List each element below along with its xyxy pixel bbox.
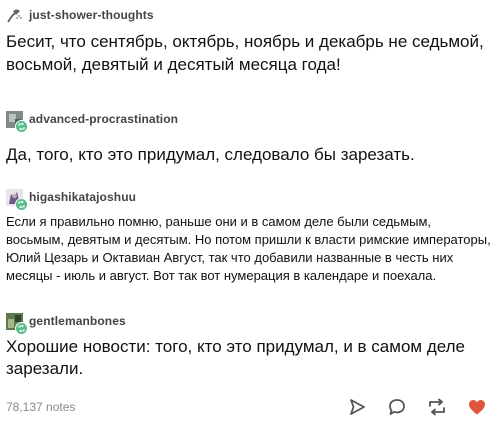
- username[interactable]: advanced-procrastination: [29, 112, 178, 126]
- post-actions: [346, 396, 488, 418]
- post-original: just-shower-thoughts Бесит, что сентябрь…: [6, 4, 492, 76]
- post-text: Хорошие новости: того, кто это придумал,…: [6, 337, 465, 378]
- username[interactable]: just-shower-thoughts: [29, 8, 154, 22]
- heart-icon: [469, 400, 485, 415]
- reblog-button[interactable]: [426, 396, 448, 418]
- avatar-just-shower-thoughts[interactable]: [6, 7, 23, 24]
- post-text: Да, того, кто это придумал, следовало бы…: [6, 145, 415, 164]
- share-icon: [350, 399, 365, 415]
- post-header: just-shower-thoughts: [6, 4, 492, 26]
- post-footer: 78,137 notes: [6, 393, 492, 421]
- shower-head-icon: [7, 9, 22, 22]
- username[interactable]: gentlemanbones: [29, 314, 126, 328]
- post-header: advanced-procrastination: [6, 108, 492, 133]
- avatar-advanced-procrastination[interactable]: [6, 110, 28, 133]
- post-reblog: higashikatajoshuu Если я правильно помню…: [6, 186, 492, 285]
- reply-button[interactable]: [386, 396, 408, 418]
- post-header: gentlemanbones: [6, 310, 492, 335]
- reblog-icon: [429, 398, 445, 416]
- reply-icon: [389, 399, 405, 415]
- post-reblog: advanced-procrastination Да, того, кто э…: [6, 108, 492, 166]
- reblog-badge-icon: [15, 321, 28, 335]
- post-header: higashikatajoshuu: [6, 186, 492, 211]
- reblog-badge-icon: [15, 119, 28, 133]
- notes-count[interactable]: 78,137 notes: [6, 400, 346, 414]
- post-reblog: gentlemanbones Хорошие новости: того, кт…: [6, 310, 492, 380]
- share-button[interactable]: [346, 396, 368, 418]
- post-text: Бесит, что сентябрь, октябрь, ноябрь и д…: [6, 32, 484, 74]
- like-button[interactable]: [466, 396, 488, 418]
- username[interactable]: higashikatajoshuu: [29, 190, 136, 204]
- post-text: Если я правильно помню, раньше они и в с…: [6, 214, 491, 283]
- avatar-higashikatajoshuu[interactable]: [6, 188, 28, 211]
- avatar-gentlemanbones[interactable]: [6, 312, 28, 335]
- reblog-badge-icon: [15, 197, 28, 211]
